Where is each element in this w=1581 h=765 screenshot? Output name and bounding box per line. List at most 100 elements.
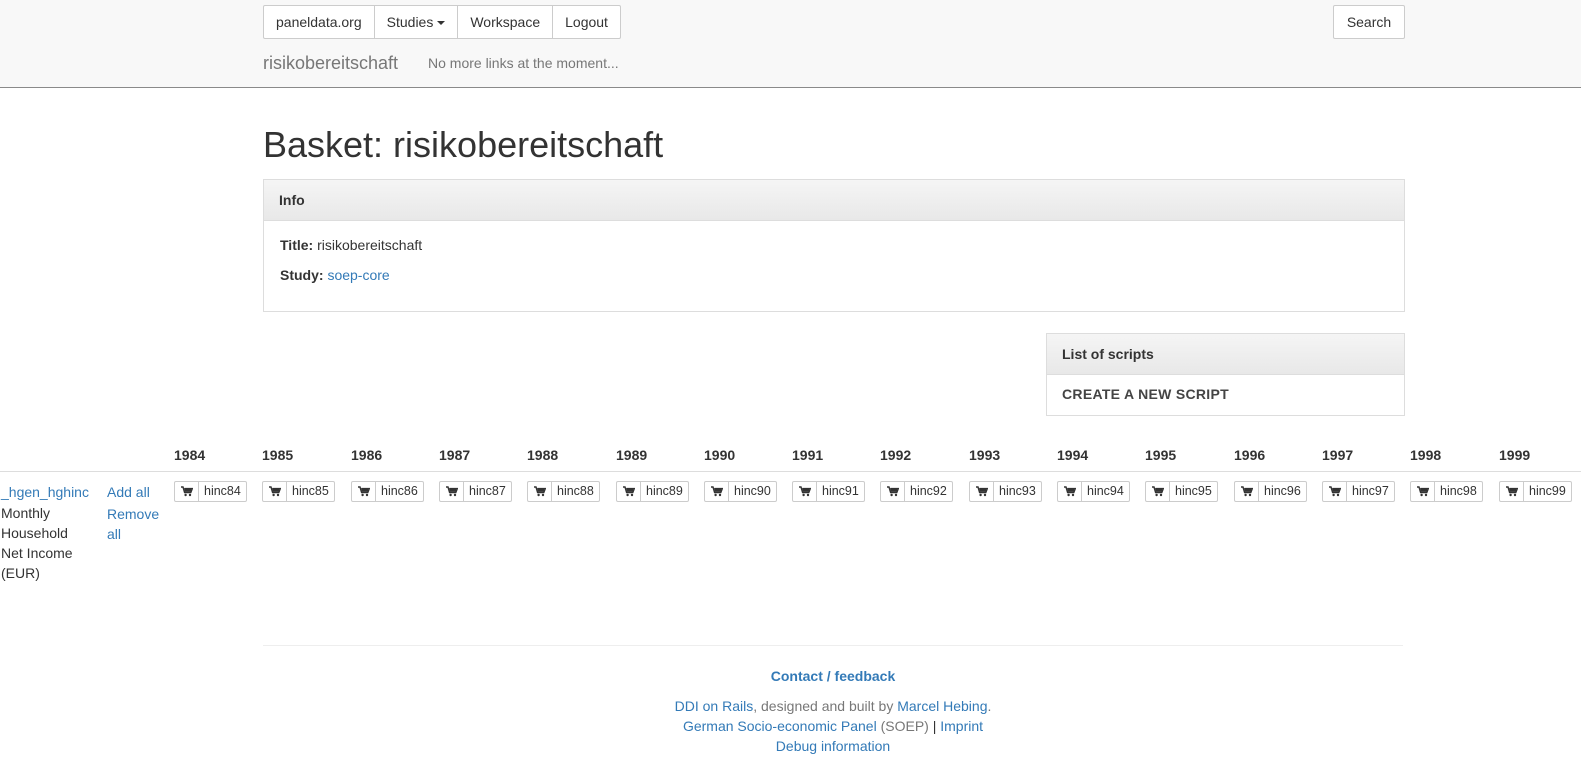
studies-label: Studies <box>386 14 434 30</box>
info-title-row: Title: risikobereitschaft <box>280 237 422 253</box>
variable-cell: hinc91 <box>792 481 865 502</box>
create-script-button[interactable]: CREATE A NEW SCRIPT <box>1062 386 1229 402</box>
shopping-cart-icon[interactable] <box>1500 482 1524 501</box>
shopping-cart-icon[interactable] <box>1323 482 1347 501</box>
scripts-panel-heading: List of scripts <box>1047 334 1404 375</box>
year-header: 1987 <box>439 447 471 463</box>
year-header: 1994 <box>1057 447 1089 463</box>
variable-cell: hinc85 <box>262 481 335 502</box>
variable-cell: hinc92 <box>880 481 953 502</box>
variable-label: Monthly Household Net Income (EUR) <box>1 505 73 581</box>
info-title-value: risikobereitschaft <box>317 237 423 253</box>
variable-cell: hinc90 <box>704 481 777 502</box>
soep-link[interactable]: German Socio-economic Panel <box>683 718 877 734</box>
year-header: 1988 <box>527 447 559 463</box>
variable-cell: hinc98 <box>1410 481 1483 502</box>
footer-credits-row: DDI on Rails, designed and built by Marc… <box>263 698 1403 714</box>
year-header: 1984 <box>174 447 206 463</box>
add-all-link[interactable]: Add all <box>107 484 150 500</box>
cell-variable-name[interactable]: hinc86 <box>376 482 423 501</box>
cell-variable-name[interactable]: hinc92 <box>905 482 952 501</box>
contact-feedback-link[interactable]: Contact / feedback <box>771 668 895 684</box>
shopping-cart-icon[interactable] <box>1411 482 1435 501</box>
home-button[interactable]: paneldata.org <box>264 6 374 38</box>
shopping-cart-icon[interactable] <box>617 482 641 501</box>
cell-variable-name[interactable]: hinc87 <box>464 482 511 501</box>
soep-abbr: (SOEP) <box>876 718 933 734</box>
shopping-cart-icon[interactable] <box>705 482 729 501</box>
year-header: 1989 <box>616 447 648 463</box>
year-header: 1985 <box>262 447 294 463</box>
variable-cell: hinc93 <box>969 481 1042 502</box>
debug-information-link[interactable]: Debug information <box>776 738 890 754</box>
shopping-cart-icon[interactable] <box>793 482 817 501</box>
cell-variable-name[interactable]: hinc88 <box>552 482 599 501</box>
studies-dropdown-button[interactable]: Studies <box>373 6 458 38</box>
author-link[interactable]: Marcel Hebing <box>897 698 987 714</box>
shopping-cart-icon[interactable] <box>1235 482 1259 501</box>
cell-variable-name[interactable]: hinc98 <box>1435 482 1482 501</box>
variable-cell: hinc89 <box>616 481 689 502</box>
logout-button[interactable]: Logout <box>552 6 620 38</box>
shopping-cart-icon[interactable] <box>352 482 376 501</box>
variable-cell: hinc84 <box>174 481 247 502</box>
nav-button-group: paneldata.org Studies Workspace Logout <box>263 5 621 39</box>
cell-variable-name[interactable]: hinc96 <box>1259 482 1306 501</box>
navbar-brand[interactable]: risikobereitschaft <box>263 53 398 74</box>
year-header: 1998 <box>1410 447 1442 463</box>
year-header: 1997 <box>1322 447 1354 463</box>
info-study-label: Study: <box>280 267 324 283</box>
footer-period: . <box>987 698 992 714</box>
cell-variable-name[interactable]: hinc90 <box>729 482 776 501</box>
year-header: 1996 <box>1234 447 1266 463</box>
shopping-cart-icon[interactable] <box>263 482 287 501</box>
shopping-cart-icon[interactable] <box>881 482 905 501</box>
variable-cell: hinc86 <box>351 481 424 502</box>
year-header: 1986 <box>351 447 383 463</box>
year-header: 1993 <box>969 447 1001 463</box>
info-panel-heading: Info <box>264 180 1404 221</box>
info-title-label: Title: <box>280 237 314 253</box>
shopping-cart-icon[interactable] <box>970 482 994 501</box>
variable-cell: hinc88 <box>527 481 600 502</box>
cell-variable-name[interactable]: hinc85 <box>287 482 334 501</box>
shopping-cart-icon[interactable] <box>528 482 552 501</box>
cell-variable-name[interactable]: hinc95 <box>1170 482 1217 501</box>
footer-contact-row: Contact / feedback <box>263 668 1403 684</box>
variable-link[interactable]: _hgen_hghinc <box>1 484 89 500</box>
footer-soep-row: German Socio-economic Panel (SOEP) | Imp… <box>263 718 1403 734</box>
year-header: 1992 <box>880 447 912 463</box>
remove-all-link[interactable]: Remove all <box>107 504 167 544</box>
cell-variable-name[interactable]: hinc91 <box>817 482 864 501</box>
search-button[interactable]: Search <box>1333 5 1405 39</box>
shopping-cart-icon[interactable] <box>175 482 199 501</box>
info-study-row: Study: soep-core <box>280 267 390 283</box>
cell-variable-name[interactable]: hinc99 <box>1524 482 1571 501</box>
workspace-button[interactable]: Workspace <box>457 6 552 38</box>
footer-designed-text: , designed and built by <box>753 698 898 714</box>
cell-variable-name[interactable]: hinc93 <box>994 482 1041 501</box>
imprint-link[interactable]: Imprint <box>936 718 983 734</box>
table-divider <box>0 471 1581 472</box>
footer-divider <box>263 645 1403 646</box>
variable-cell: hinc97 <box>1322 481 1395 502</box>
study-link[interactable]: soep-core <box>327 267 389 283</box>
year-header: 1999 <box>1499 447 1531 463</box>
cell-variable-name[interactable]: hinc84 <box>199 482 246 501</box>
ddi-on-rails-link[interactable]: DDI on Rails <box>675 698 754 714</box>
cell-variable-name[interactable]: hinc94 <box>1082 482 1129 501</box>
shopping-cart-icon[interactable] <box>1146 482 1170 501</box>
caret-down-icon <box>437 21 446 26</box>
shopping-cart-icon[interactable] <box>1058 482 1082 501</box>
year-header: 1990 <box>704 447 736 463</box>
page-title: Basket: risikobereitschaft <box>263 124 664 165</box>
variable-cell: hinc96 <box>1234 481 1307 502</box>
cell-variable-name[interactable]: hinc97 <box>1347 482 1394 501</box>
variable-cell: hinc95 <box>1145 481 1218 502</box>
variable-cell: hinc94 <box>1057 481 1130 502</box>
footer-debug-row: Debug information <box>263 738 1403 754</box>
variable-cell: hinc87 <box>439 481 512 502</box>
shopping-cart-icon[interactable] <box>440 482 464 501</box>
cell-variable-name[interactable]: hinc89 <box>641 482 688 501</box>
top-navbar: paneldata.org Studies Workspace Logout S… <box>0 0 1581 88</box>
